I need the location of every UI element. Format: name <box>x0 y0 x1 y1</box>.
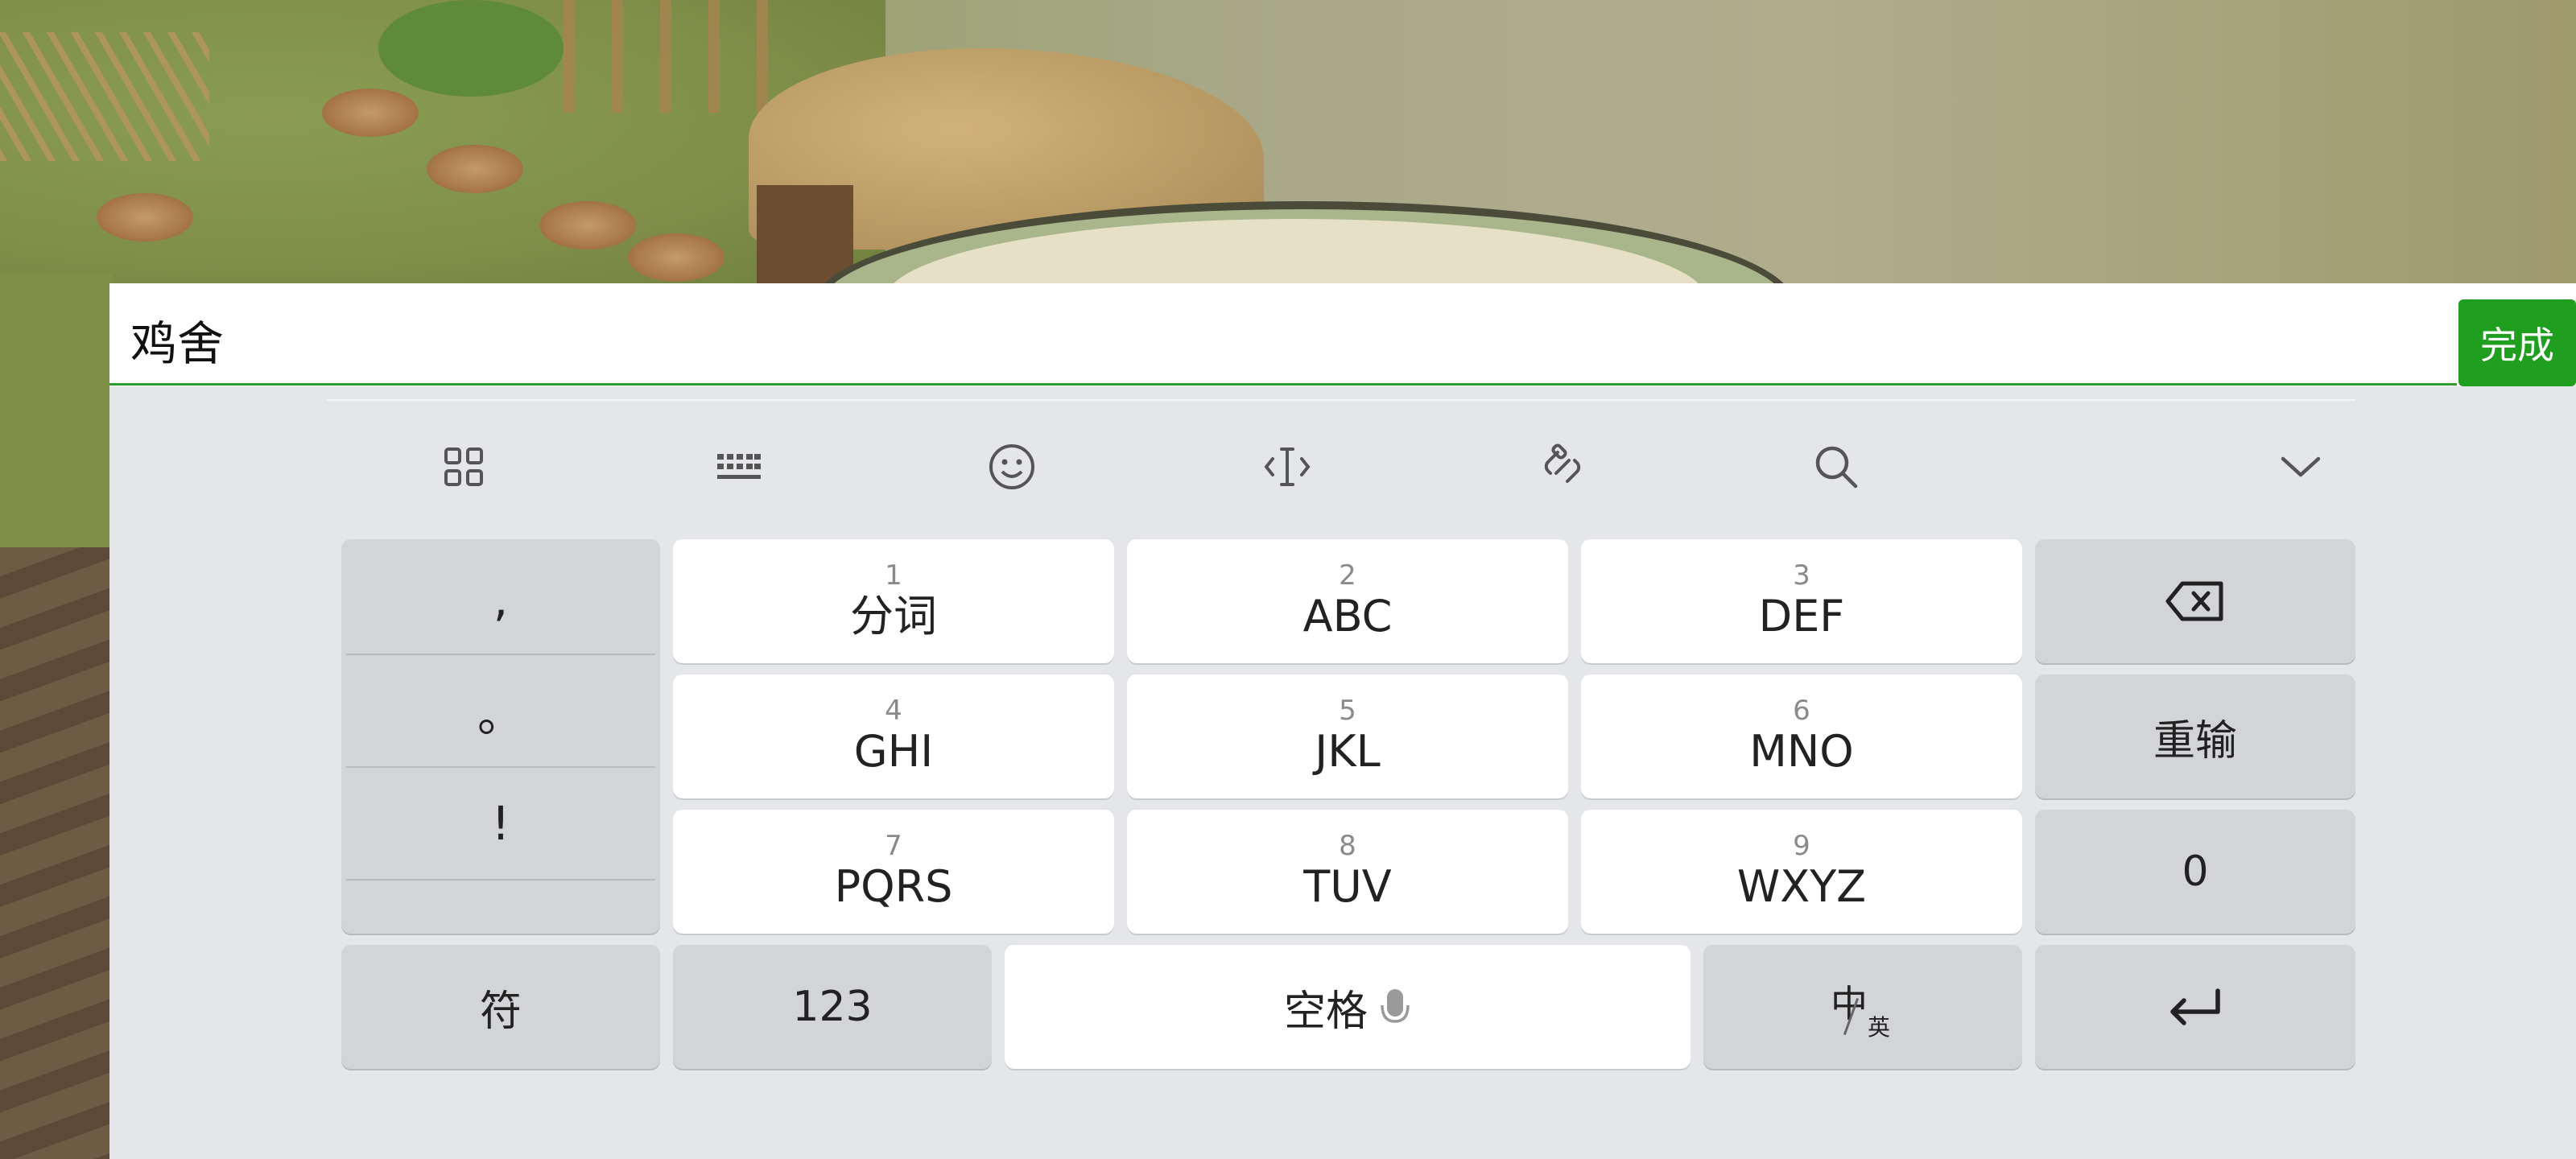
enter-key[interactable] <box>2035 945 2355 1069</box>
key-number: 4 <box>885 695 902 727</box>
clipboard-link-icon[interactable] <box>1530 435 1595 499</box>
search-icon[interactable] <box>1804 435 1868 499</box>
punct-exclaim[interactable]: ! <box>341 768 660 879</box>
punct-comma[interactable]: , <box>341 544 660 655</box>
key-letters: PQRS <box>834 861 953 912</box>
collapse-chevron-icon[interactable] <box>2268 435 2333 499</box>
numbers-label: 123 <box>792 983 873 1031</box>
fence-top <box>564 0 805 113</box>
cursor-move-icon[interactable] <box>1255 435 1319 499</box>
text-input[interactable]: 鸡舍 <box>109 283 2457 386</box>
zero-key[interactable]: 0 <box>2035 810 2355 934</box>
nest <box>427 145 523 193</box>
key-letters: WXYZ <box>1736 861 1867 912</box>
key-letters: MNO <box>1749 726 1854 777</box>
fence-left <box>0 32 209 161</box>
nest <box>322 89 419 137</box>
key-letters: GHI <box>853 726 934 777</box>
key-number: 8 <box>1339 830 1356 862</box>
key-4[interactable]: 4 GHI <box>673 674 1114 798</box>
key-number: 1 <box>885 559 902 592</box>
reenter-label: 重输 <box>2153 716 2237 765</box>
key-7[interactable]: 7 PQRS <box>673 810 1114 934</box>
nest <box>97 193 193 241</box>
key-2[interactable]: 2 ABC <box>1127 539 1568 663</box>
key-letters: 分词 <box>850 591 937 641</box>
key-5[interactable]: 5 JKL <box>1127 674 1568 798</box>
key-number: 2 <box>1339 559 1356 592</box>
punct-divider <box>346 879 655 881</box>
key-9[interactable]: 9 WXYZ <box>1581 810 2022 934</box>
punctuation-list[interactable]: , 。 ! <box>341 539 660 934</box>
input-value: 鸡舍 <box>130 316 225 371</box>
grass-left <box>0 274 113 563</box>
symbol-label: 符 <box>479 987 522 1036</box>
toolbar-divider <box>327 399 2355 401</box>
ime-keyboard: , 。 ! 1 分词 2 ABC 3 DEF 4 GHI 5 JKL 6 MNO… <box>109 386 2576 1159</box>
farm-field <box>0 547 113 1159</box>
symbol-key[interactable]: 符 <box>341 945 660 1069</box>
lang-sub-label: 英 <box>1868 1014 1891 1041</box>
key-number: 9 <box>1793 830 1810 862</box>
numbers-key[interactable]: 123 <box>673 945 992 1069</box>
key-number: 3 <box>1793 559 1810 592</box>
keyboard-icon[interactable] <box>706 435 770 499</box>
done-button[interactable]: 完成 <box>2458 299 2576 386</box>
microphone-icon <box>1381 989 1410 1023</box>
reenter-key[interactable]: 重输 <box>2035 674 2355 798</box>
key-number: 6 <box>1793 695 1810 727</box>
enter-icon <box>2170 988 2220 1025</box>
key-1[interactable]: 1 分词 <box>673 539 1114 663</box>
apps-grid-icon[interactable] <box>431 435 496 499</box>
key-3[interactable]: 3 DEF <box>1581 539 2022 663</box>
key-6[interactable]: 6 MNO <box>1581 674 2022 798</box>
nest <box>539 201 636 250</box>
input-bar: 鸡舍 完成 <box>109 283 2576 386</box>
key-letters: TUV <box>1303 861 1392 912</box>
backspace-key[interactable] <box>2035 539 2355 663</box>
key-number: 5 <box>1339 695 1356 727</box>
space-label: 空格 <box>1283 987 1368 1036</box>
emoji-icon[interactable] <box>980 435 1044 499</box>
language-switch-glyph: 中 英 <box>1831 975 1895 1041</box>
language-switch-key[interactable]: 中 英 <box>1703 945 2022 1069</box>
key-letters: DEF <box>1758 591 1845 641</box>
key-letters: JKL <box>1315 726 1381 777</box>
bush <box>378 0 564 97</box>
key-letters: ABC <box>1302 591 1393 641</box>
key-number: 7 <box>885 830 902 862</box>
zero-label: 0 <box>2182 848 2209 896</box>
space-key[interactable]: 空格 <box>1005 945 1690 1069</box>
key-8[interactable]: 8 TUV <box>1127 810 1568 934</box>
punct-period[interactable]: 。 <box>341 655 660 766</box>
nest <box>628 233 724 282</box>
backspace-icon <box>2165 581 2223 621</box>
